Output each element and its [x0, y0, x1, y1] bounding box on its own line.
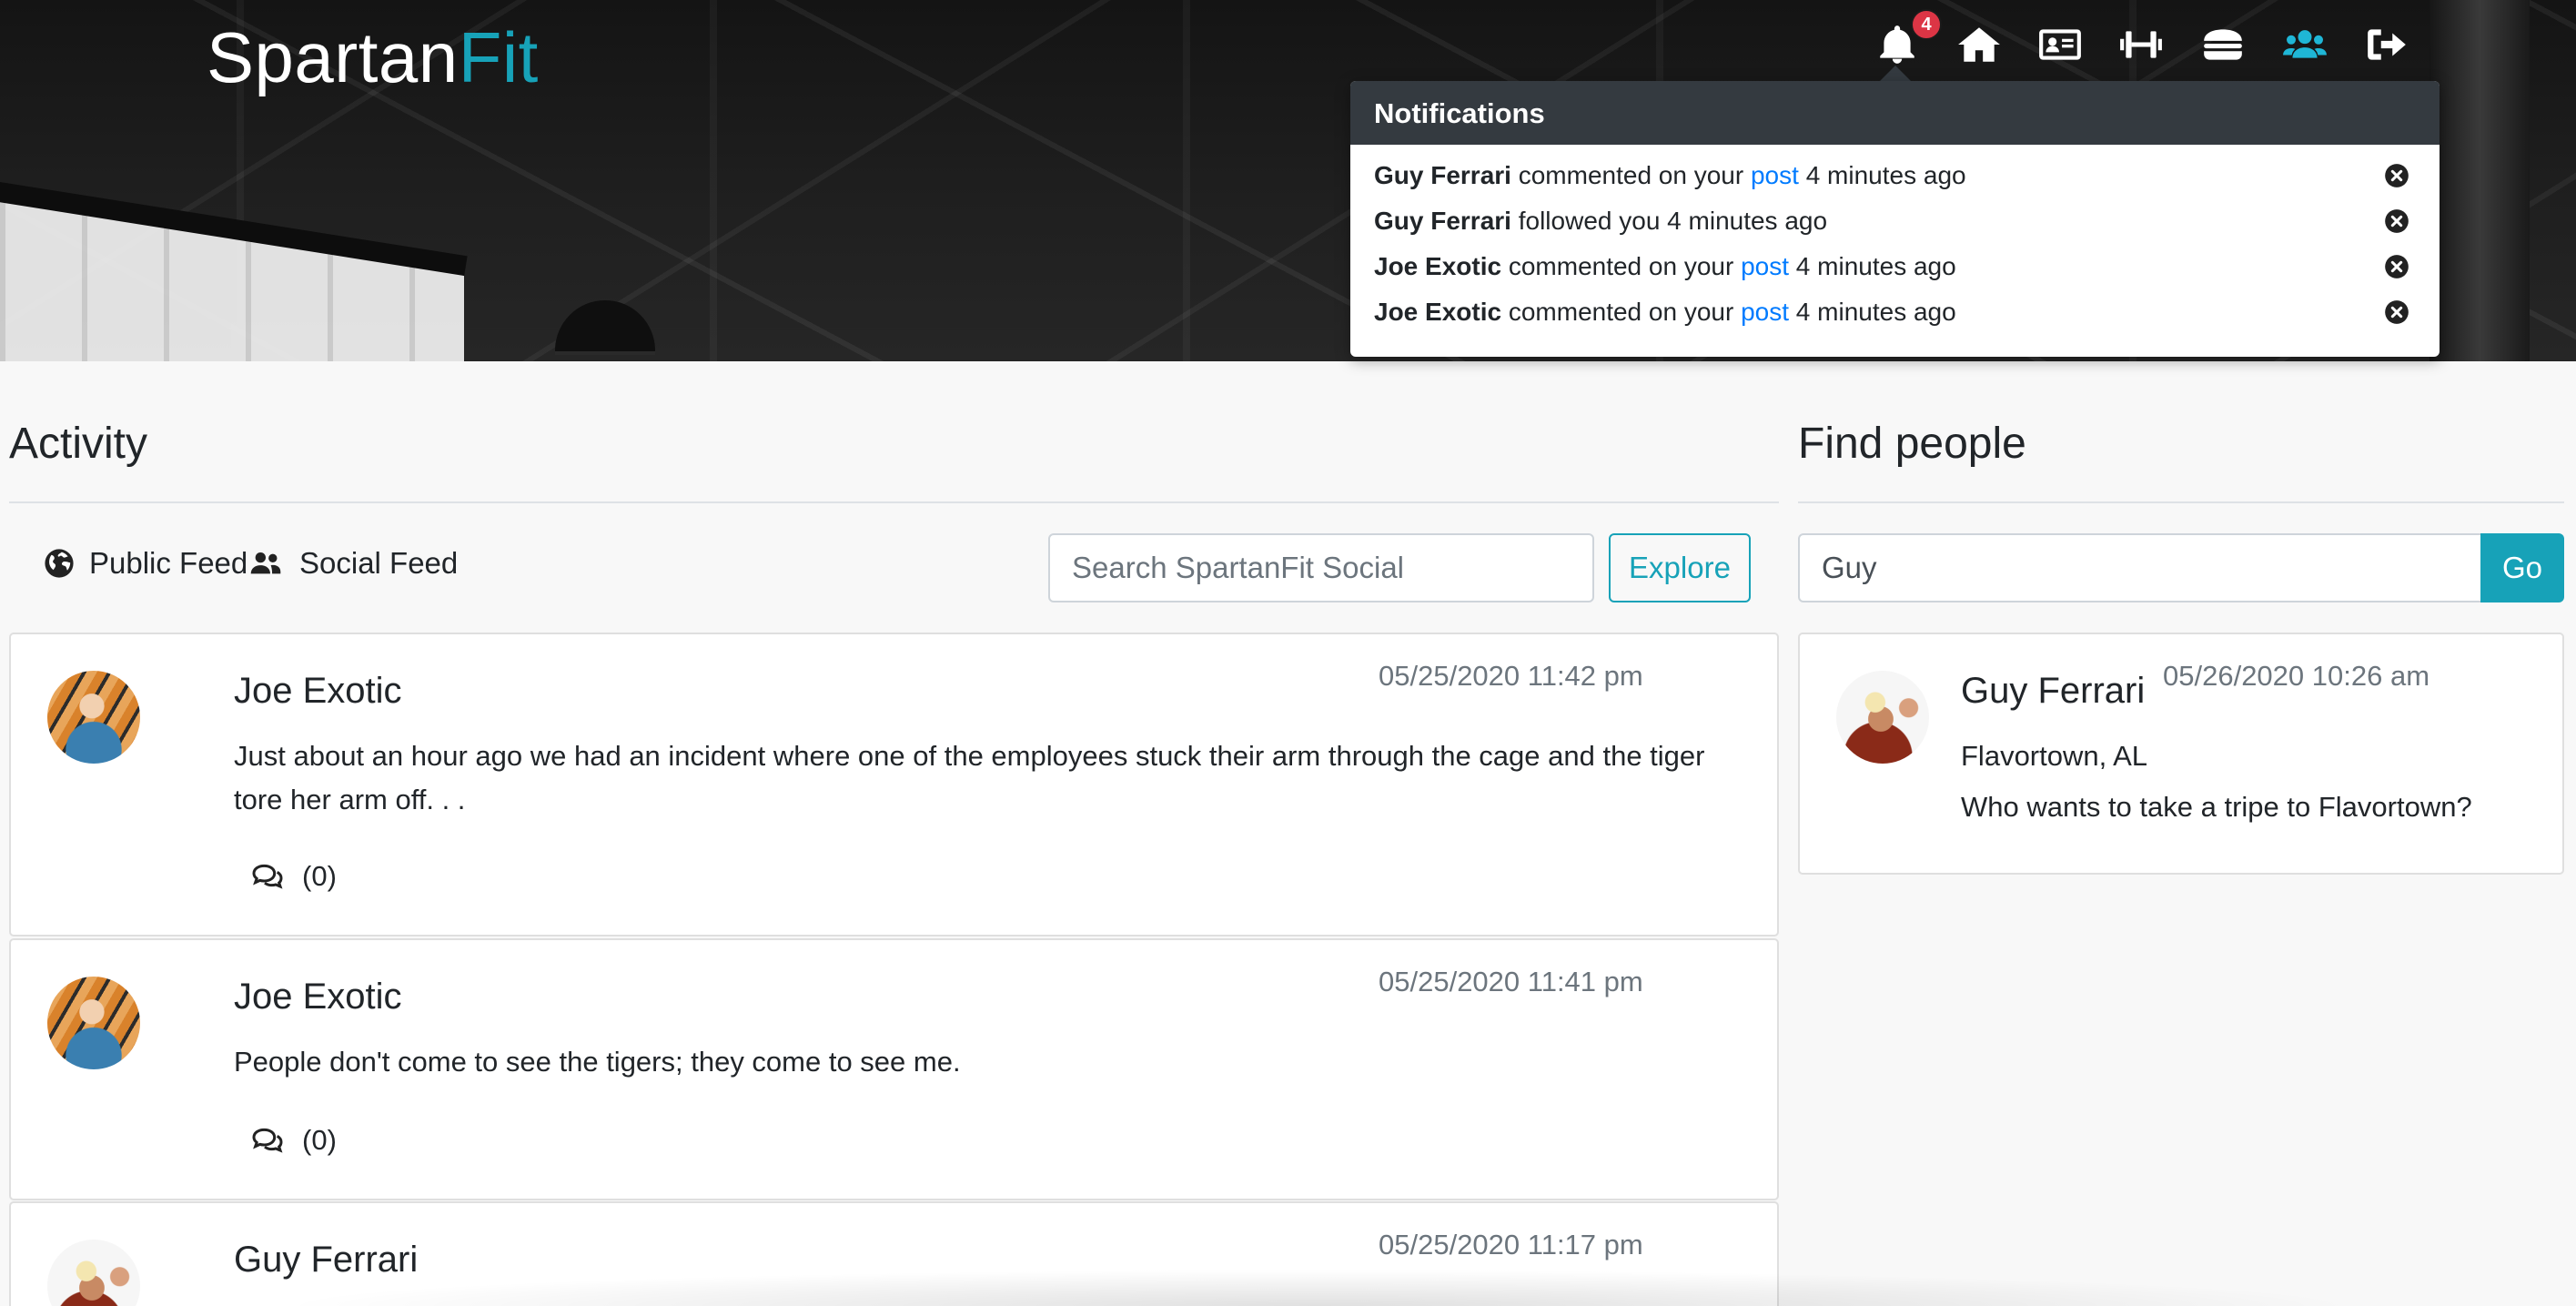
notifications-caret — [1879, 66, 1912, 82]
comment-count: (0) — [302, 860, 337, 892]
notification-time: 4 minutes ago — [1789, 298, 1956, 326]
go-button[interactable]: Go — [2480, 533, 2564, 602]
burger-icon — [2204, 29, 2242, 60]
comments-icon — [252, 864, 283, 889]
post-card: Guy Ferrari 05/25/2020 11:17 pm — [9, 1201, 1779, 1306]
dismiss-notification-icon[interactable] — [2384, 163, 2409, 188]
author-avatar[interactable] — [47, 671, 140, 764]
notification-item: Guy Ferrari commented on your post 4 min… — [1350, 153, 2440, 198]
person-location: Flavortown, AL — [1961, 740, 2148, 772]
nav-social-button[interactable] — [2273, 13, 2337, 76]
post-author[interactable]: Joe Exotic — [234, 977, 402, 1017]
home-icon — [1958, 27, 2000, 62]
notification-item: Joe Exotic commented on your post 4 minu… — [1350, 289, 2440, 335]
post-card: Joe Exotic 05/25/2020 11:41 pm People do… — [9, 938, 1779, 1200]
brand-name-main: Spartan — [207, 17, 459, 97]
notification-time: 4 minutes ago — [1789, 252, 1956, 280]
social-feed-label: Social Feed — [299, 546, 459, 580]
post-card: Joe Exotic 05/25/2020 11:42 pm Just abou… — [9, 633, 1779, 936]
find-people-input[interactable] — [1798, 533, 2482, 602]
notification-count-badge: 4 — [1911, 9, 1942, 40]
post-date: 05/25/2020 11:41 pm — [1379, 966, 1643, 997]
nav-logout-button[interactable] — [2355, 13, 2419, 76]
public-feed-tab[interactable]: Public Feed — [44, 546, 247, 581]
comment-count: (0) — [302, 1124, 337, 1156]
post-body-line: Just about an hour ago we had an inciden… — [234, 740, 1705, 772]
post-date: 05/25/2020 11:17 pm — [1379, 1229, 1643, 1260]
public-feed-label: Public Feed — [89, 546, 248, 580]
activity-title: Activity — [9, 420, 148, 468]
comments-icon — [252, 1128, 283, 1153]
author-avatar[interactable] — [47, 1240, 140, 1306]
notification-text: commented on your — [1510, 161, 1751, 189]
brand-logo[interactable]: SpartanFit — [207, 16, 539, 99]
post-date: 05/25/2020 11:42 pm — [1379, 660, 1643, 692]
notification-text: commented on your — [1501, 298, 1742, 326]
notification-user[interactable]: Guy Ferrari — [1374, 161, 1511, 189]
dismiss-notification-icon[interactable] — [2384, 208, 2409, 234]
notifications-dropdown: Notifications Guy Ferrari commented on y… — [1350, 81, 2440, 357]
globe-icon — [45, 549, 74, 578]
notification-post-link[interactable]: post — [1751, 161, 1799, 189]
id-card-icon — [2039, 29, 2081, 60]
dumbbell-icon — [2120, 31, 2162, 58]
nav-home-button[interactable] — [1947, 13, 2011, 76]
notification-post-link[interactable]: post — [1741, 298, 1789, 326]
find-people-title: Find people — [1798, 420, 2026, 468]
notification-user[interactable]: Guy Ferrari — [1374, 207, 1511, 235]
user-friends-icon — [250, 552, 281, 574]
notification-time: 4 minutes ago — [1798, 161, 1966, 189]
nav-nutrition-button[interactable] — [2191, 13, 2255, 76]
notification-post-link[interactable]: post — [1741, 252, 1789, 280]
post-author[interactable]: Joe Exotic — [234, 671, 402, 712]
social-search-input[interactable] — [1048, 533, 1594, 602]
dismiss-notification-icon[interactable] — [2384, 299, 2409, 325]
find-people-divider — [1798, 501, 2564, 503]
hero-lamp-image — [555, 300, 655, 355]
post-body: Just about an hour ago we had an inciden… — [234, 734, 1704, 822]
nav-workouts-button[interactable] — [2109, 13, 2173, 76]
person-bio: Who wants to take a tripe to Flavortown? — [1961, 791, 2472, 823]
comments-button[interactable]: (0) — [249, 1122, 337, 1159]
social-feed-tab[interactable]: Social Feed — [247, 546, 458, 581]
person-avatar[interactable] — [1836, 671, 1929, 764]
hero-pillar-image — [2430, 0, 2530, 361]
notifications-title: Notifications — [1350, 81, 2440, 145]
notification-user[interactable]: Joe Exotic — [1374, 252, 1501, 280]
notifications-list: Guy Ferrari commented on your post 4 min… — [1350, 145, 2440, 335]
activity-divider — [9, 501, 1779, 503]
person-date: 05/26/2020 10:26 am — [2163, 660, 2430, 692]
post-body-line: People don't come to see the tigers; the… — [234, 1046, 961, 1078]
author-avatar[interactable] — [47, 977, 140, 1069]
post-body: People don't come to see the tigers; the… — [234, 1040, 961, 1084]
person-card: Guy Ferrari 05/26/2020 10:26 am Flavorto… — [1798, 633, 2564, 875]
notification-user[interactable]: Joe Exotic — [1374, 298, 1501, 326]
notification-item: Joe Exotic commented on your post 4 minu… — [1350, 244, 2440, 289]
notification-item: Guy Ferrari followed you 4 minutes ago — [1350, 198, 2440, 244]
notification-text: followed you 4 minutes ago — [1510, 207, 1828, 235]
notification-text: commented on your — [1501, 252, 1742, 280]
explore-button[interactable]: Explore — [1609, 533, 1751, 602]
users-icon — [2283, 30, 2327, 58]
person-name[interactable]: Guy Ferrari — [1961, 671, 2145, 712]
brand-name-accent: Fit — [458, 17, 539, 97]
post-body-line: tore her arm off. . . — [234, 784, 466, 815]
sign-out-icon — [2368, 29, 2406, 60]
nav-profile-button[interactable] — [2028, 13, 2092, 76]
comments-button[interactable]: (0) — [249, 858, 337, 895]
post-author[interactable]: Guy Ferrari — [234, 1240, 418, 1281]
dismiss-notification-icon[interactable] — [2384, 254, 2409, 279]
